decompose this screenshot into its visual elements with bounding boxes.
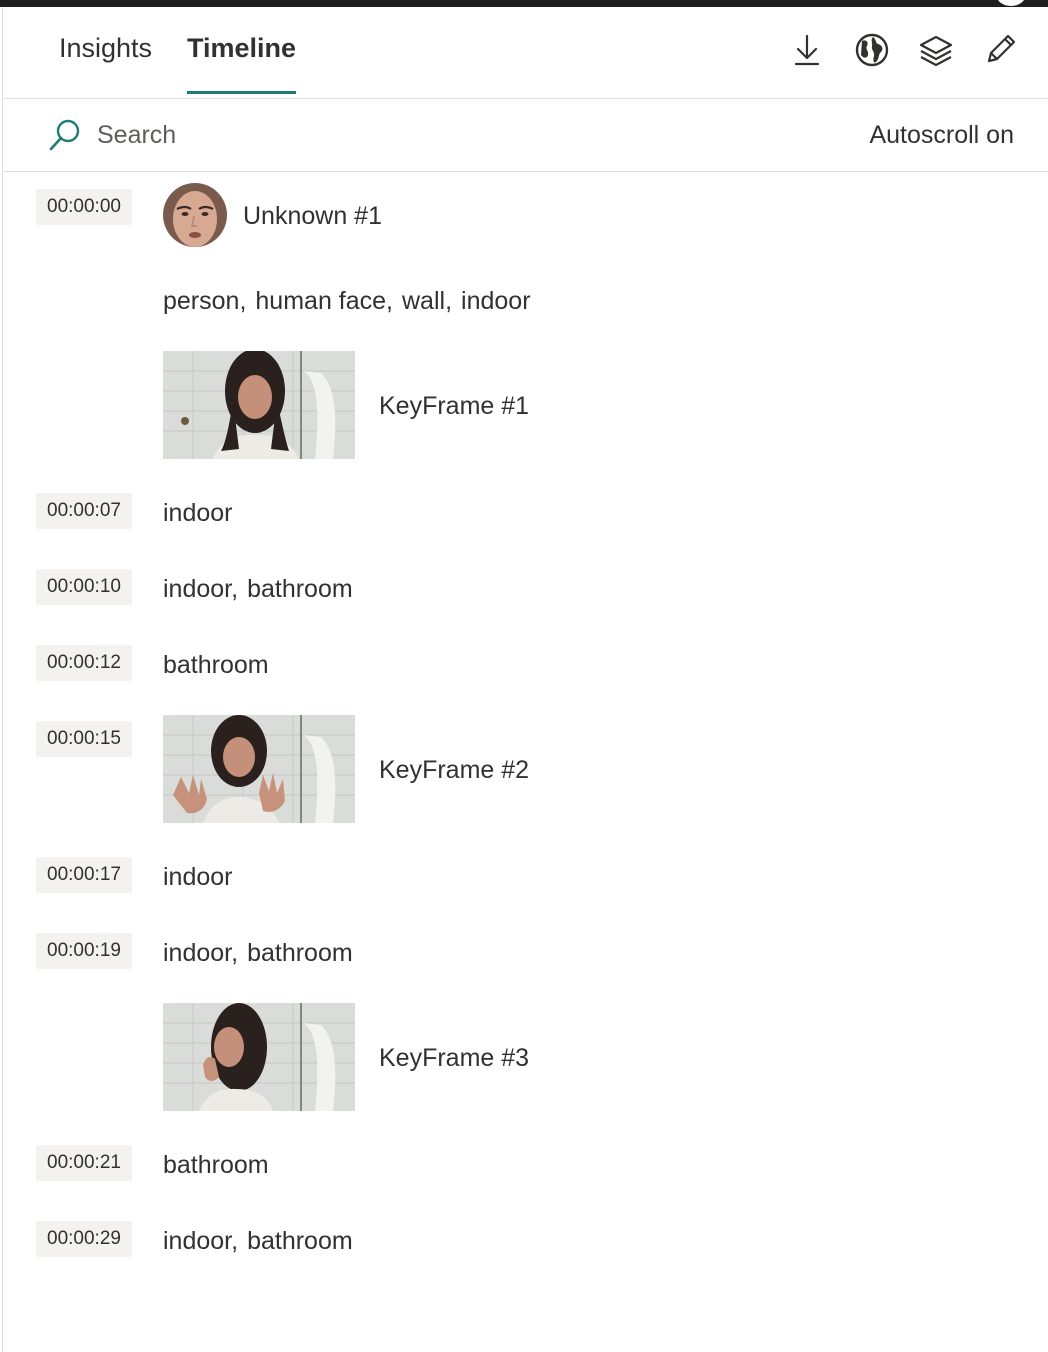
tag[interactable]: indoor [163, 863, 233, 891]
window-top-bar [0, 0, 1048, 7]
tab-insights[interactable]: Insights [59, 31, 152, 65]
face-thumbnail[interactable] [163, 183, 227, 247]
timestamp-badge[interactable]: 00:00:12 [36, 645, 132, 681]
keyframe-thumbnail[interactable] [163, 715, 355, 823]
tag-list: indoor, bathroom [163, 939, 353, 967]
tag[interactable]: wall [402, 287, 445, 315]
timestamp-badge[interactable]: 00:00:19 [36, 933, 132, 969]
tag-list: indoor, bathroom [163, 575, 353, 603]
timestamp-badge[interactable]: 00:00:07 [36, 493, 132, 529]
tag[interactable]: human face [255, 287, 386, 315]
autoscroll-toggle[interactable]: Autoscroll on [869, 121, 1014, 150]
insights-panel: Insights Timeline Autoscroll on 00:00:00 [2, 7, 1048, 1352]
avatar[interactable] [996, 0, 1026, 6]
tab-timeline[interactable]: Timeline [187, 31, 296, 65]
tag[interactable]: indoor [163, 939, 231, 967]
tag-list: indoor [163, 497, 233, 529]
timestamp-badge[interactable]: 00:00:21 [36, 1145, 132, 1181]
tab-bar: Insights Timeline [3, 7, 1048, 99]
edit-pencil-icon[interactable] [981, 31, 1019, 69]
timestamp-badge[interactable]: 00:00:15 [36, 721, 132, 757]
keyframe-thumbnail[interactable] [163, 351, 355, 459]
search-icon [47, 117, 83, 153]
active-tab-indicator [187, 91, 296, 94]
tag-list: bathroom [163, 1149, 269, 1181]
tag-list: indoor, bathroom [163, 1227, 353, 1255]
tag[interactable]: person [163, 287, 239, 315]
tag[interactable]: bathroom [163, 651, 269, 679]
tag[interactable]: bathroom [247, 1227, 353, 1255]
tag[interactable]: bathroom [247, 575, 353, 603]
tag-list: indoor [163, 861, 233, 893]
tag-list: bathroom [163, 649, 269, 681]
timestamp-badge[interactable]: 00:00:00 [36, 189, 132, 225]
tag[interactable]: indoor [461, 287, 531, 315]
face-label[interactable]: Unknown #1 [243, 202, 382, 231]
search-input[interactable] [97, 117, 597, 153]
search-bar: Autoscroll on [3, 99, 1048, 172]
keyframe-thumbnail[interactable] [163, 1003, 355, 1111]
keyframe-label[interactable]: KeyFrame #3 [379, 1044, 529, 1073]
layers-icon[interactable] [917, 31, 955, 69]
tag[interactable]: bathroom [163, 1151, 269, 1179]
timestamp-badge[interactable]: 00:00:29 [36, 1221, 132, 1257]
download-icon[interactable] [788, 31, 826, 69]
tag[interactable]: bathroom [247, 939, 353, 967]
tag[interactable]: indoor [163, 575, 231, 603]
tag[interactable]: indoor [163, 499, 233, 527]
tag-list: person, human face, wall, indoor [163, 287, 531, 315]
timestamp-badge[interactable]: 00:00:10 [36, 569, 132, 605]
tag[interactable]: indoor [163, 1227, 231, 1255]
keyframe-label[interactable]: KeyFrame #1 [379, 392, 529, 421]
keyframe-label[interactable]: KeyFrame #2 [379, 756, 529, 785]
globe-icon[interactable] [853, 31, 891, 69]
timestamp-badge[interactable]: 00:00:17 [36, 857, 132, 893]
